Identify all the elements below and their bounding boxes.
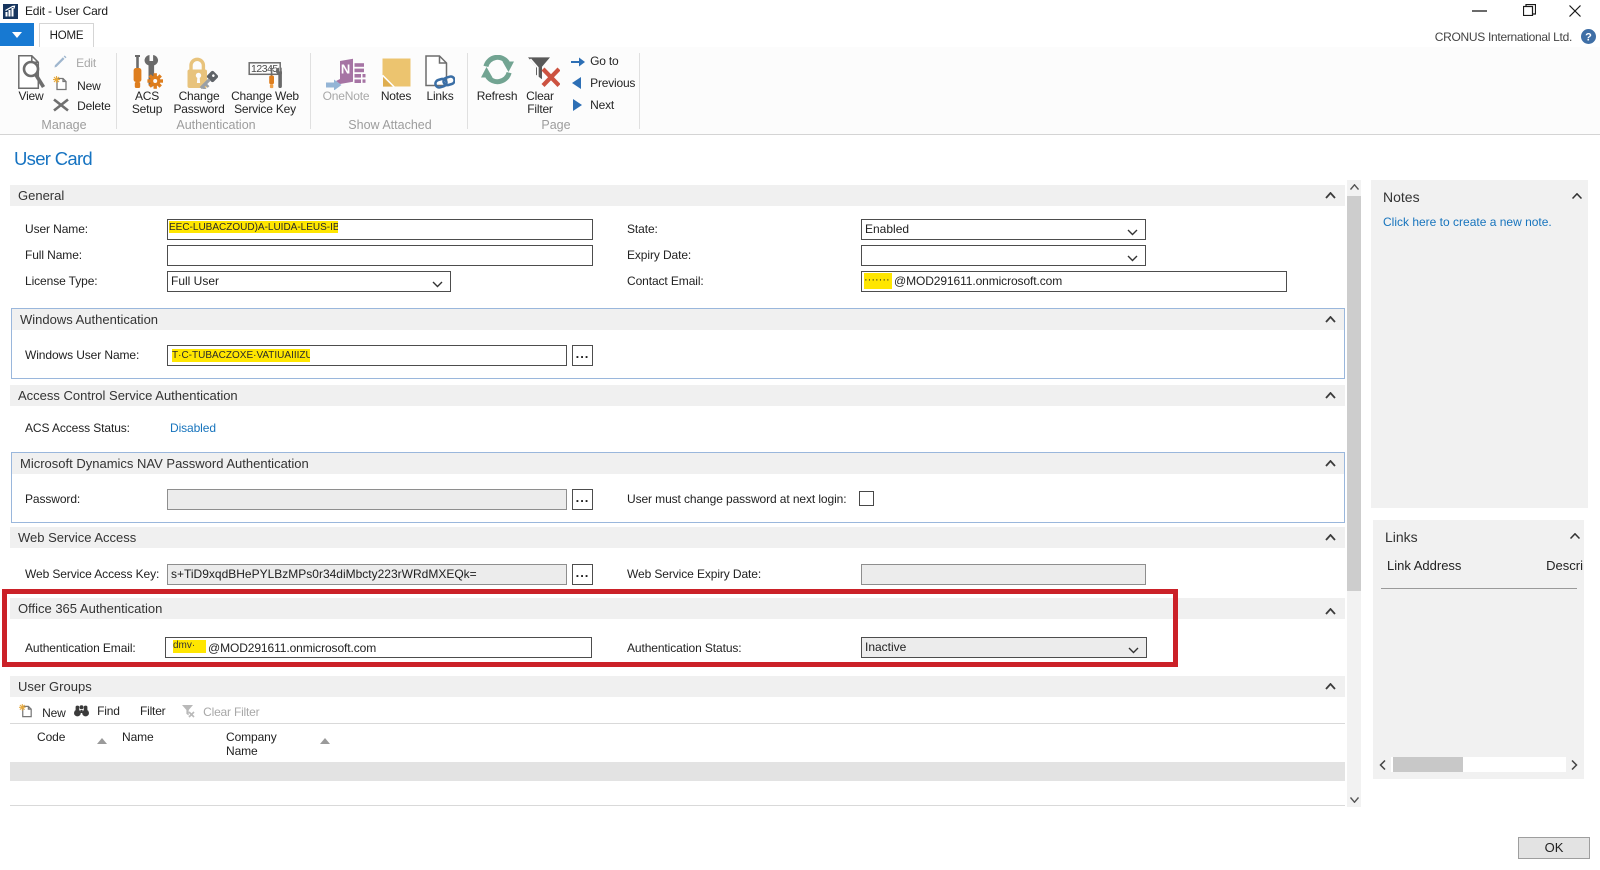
svg-text:12345: 12345 (251, 63, 278, 75)
svg-text:?: ? (1585, 32, 1592, 44)
svg-text:N: N (341, 62, 350, 77)
